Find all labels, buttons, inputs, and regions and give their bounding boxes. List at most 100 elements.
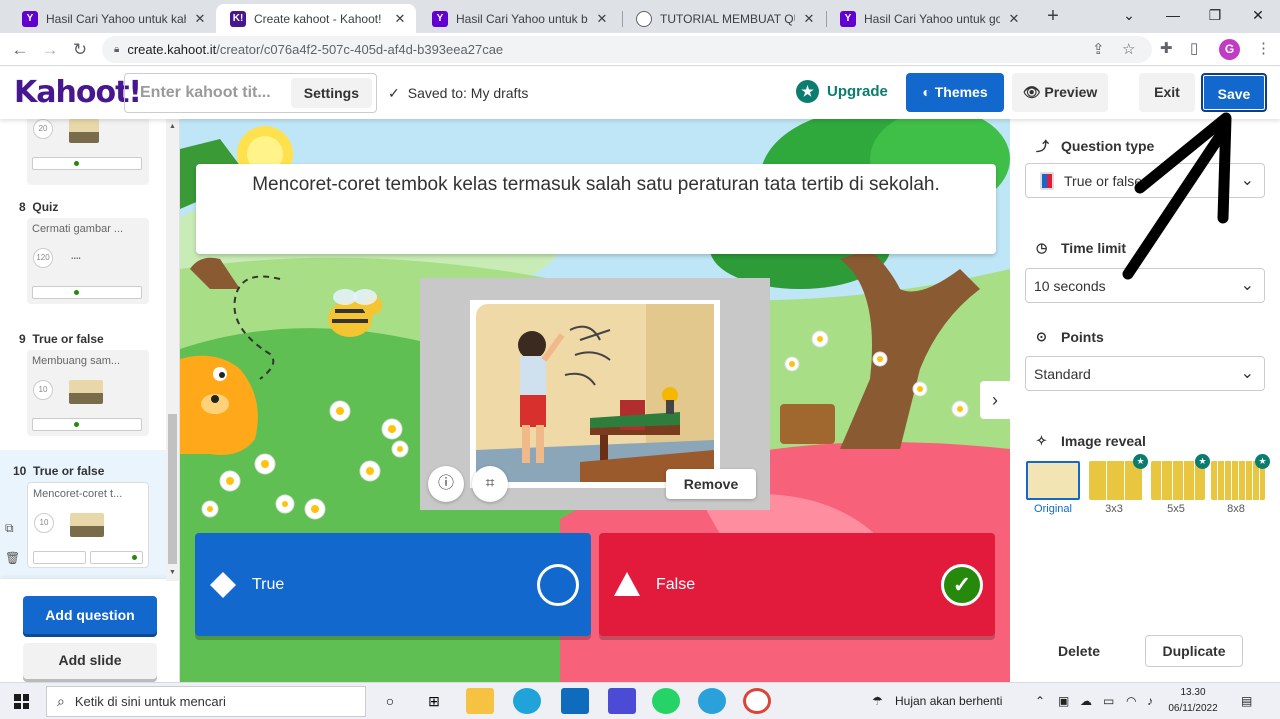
correct-dot xyxy=(74,161,79,166)
close-icon[interactable]: ✕ xyxy=(594,11,610,27)
duplicate-question-button[interactable]: Duplicate xyxy=(1145,635,1243,667)
meet-icon[interactable]: ▣ xyxy=(1058,694,1069,708)
chevron-down-icon: ⌄ xyxy=(1240,365,1254,382)
slide-item-8[interactable]: 8 Quiz Cermati gambar ... 120 ꞏꞏꞏꞏ xyxy=(0,195,165,315)
remove-image-button[interactable]: Remove xyxy=(666,469,756,499)
correct-toggle-false[interactable]: ✓ xyxy=(941,564,983,606)
chrome-icon[interactable] xyxy=(743,688,771,714)
reveal-option-5x5[interactable]: ★ xyxy=(1151,454,1210,500)
reveal-option-8x8[interactable]: ★ xyxy=(1211,454,1270,500)
answer-true[interactable]: True xyxy=(195,533,591,636)
bookmark-star-icon[interactable]: ☆ xyxy=(1122,40,1135,58)
wifi-icon[interactable]: ◠ xyxy=(1126,694,1136,708)
upgrade-button[interactable]: ★ Upgrade xyxy=(796,80,888,103)
slide-item-7[interactable]: 20 xyxy=(0,119,165,185)
question-image[interactable] xyxy=(470,300,720,488)
save-button[interactable]: Save xyxy=(1201,73,1267,112)
question-text-box[interactable]: Mencoret-coret tembok kelas termasuk sal… xyxy=(196,164,996,254)
file-explorer-icon[interactable] xyxy=(466,688,494,714)
slide-type: True or false xyxy=(33,464,105,478)
scroll-up-icon[interactable]: ▲ xyxy=(169,123,176,130)
question-type-select[interactable]: True or false ⌄ xyxy=(1025,163,1265,198)
close-window-icon[interactable]: ✕ xyxy=(1236,0,1280,33)
profile-avatar[interactable]: G xyxy=(1219,39,1240,60)
slide-thumbnail[interactable]: 20 xyxy=(27,119,149,185)
slide-thumbnail[interactable]: Membuang sam... 10 xyxy=(27,350,149,436)
taskbar-search[interactable]: ⌕ Ketik di sini untuk mencari xyxy=(46,686,366,717)
scroll-down-icon[interactable]: ▼ xyxy=(169,569,176,576)
share-icon[interactable]: ⇪ xyxy=(1092,40,1105,58)
time-limit-select[interactable]: 10 seconds ⌄ xyxy=(1025,268,1265,303)
address-bar[interactable]: 🔒︎ create.kahoot.it/creator/c076a4f2-507… xyxy=(102,36,1152,63)
weather-icon: ☂ xyxy=(872,694,883,708)
kahoot-title-input[interactable] xyxy=(140,84,285,102)
scrollbar-thumb[interactable] xyxy=(168,414,177,564)
time-limit-value: 10 seconds xyxy=(1034,277,1106,294)
edge-browser-icon[interactable] xyxy=(513,688,541,714)
battery-icon[interactable]: ▭ xyxy=(1103,694,1114,708)
slide-thumbnail[interactable]: Mencoret-coret t... 10 xyxy=(27,482,149,568)
mail-icon[interactable] xyxy=(561,688,589,714)
weather-text[interactable]: Hujan akan berhenti xyxy=(895,694,1002,708)
extensions-icon[interactable]: ✚ xyxy=(1160,39,1173,57)
forward-icon[interactable]: → xyxy=(37,37,63,63)
store-app-icon[interactable] xyxy=(608,688,636,714)
menu-icon[interactable]: ⋮ xyxy=(1256,39,1271,57)
reveal-option-3x3[interactable]: ★ xyxy=(1089,454,1148,500)
delete-question-button[interactable]: Delete xyxy=(1058,643,1100,659)
close-icon[interactable]: ✕ xyxy=(392,11,408,27)
slide-item-10[interactable]: 10 True or false Mencoret-coret t... 10 … xyxy=(0,450,166,579)
side-panel-icon[interactable]: ▯ xyxy=(1190,39,1198,57)
back-icon[interactable]: ← xyxy=(7,37,33,63)
windows-start-icon[interactable] xyxy=(14,694,29,709)
crop-icon[interactable]: ⌗ xyxy=(472,466,508,502)
browser-tab-1[interactable]: Y Hasil Cari Yahoo untuk kahoot ✕ xyxy=(8,4,216,33)
new-tab-button[interactable]: + xyxy=(1040,4,1066,30)
whatsapp-icon[interactable] xyxy=(652,688,680,714)
browser-tab-4[interactable]: TUTORIAL MEMBUAT QUIS O ✕ xyxy=(622,4,825,33)
slide-thumbnail[interactable]: Cermati gambar ... 120 ꞏꞏꞏꞏ xyxy=(27,218,149,304)
volume-icon[interactable]: ♪ xyxy=(1147,694,1153,708)
reload-icon[interactable]: ↻ xyxy=(67,37,93,63)
themes-button[interactable]: ◐ Themes xyxy=(906,73,1004,112)
exit-button[interactable]: Exit xyxy=(1139,73,1195,112)
cloud-icon[interactable]: ☁ xyxy=(1080,694,1092,708)
widgets-icon[interactable]: ⊞ xyxy=(420,688,448,714)
add-slide-button[interactable]: Add slide xyxy=(23,643,157,679)
close-icon[interactable]: ✕ xyxy=(192,11,208,27)
slide-number: 9 xyxy=(19,332,26,346)
notification-icon[interactable]: ▤ xyxy=(1241,694,1252,708)
tab-search-icon[interactable]: ⌄ xyxy=(1107,0,1151,33)
kahoot-logo[interactable]: Kahoot! xyxy=(14,75,142,110)
close-icon[interactable]: ✕ xyxy=(801,11,817,27)
reveal-option-original[interactable] xyxy=(1026,461,1080,500)
slide-time-limit: 10 xyxy=(34,513,54,533)
minimize-icon[interactable]: — xyxy=(1151,0,1195,33)
close-icon[interactable]: ✕ xyxy=(1006,11,1022,27)
restore-icon[interactable]: ❐ xyxy=(1193,0,1237,33)
browser-tab-5[interactable]: Y Hasil Cari Yahoo untuk goog ✕ xyxy=(826,4,1030,33)
add-question-button[interactable]: Add question xyxy=(23,596,157,634)
delete-slide-icon[interactable]: 🗑︎ xyxy=(5,551,20,565)
duplicate-slide-icon[interactable]: ⧉ xyxy=(5,521,14,536)
info-icon[interactable]: ⓘ xyxy=(428,466,464,502)
settings-button[interactable]: Settings xyxy=(290,78,372,108)
slide-item-9[interactable]: 9 True or false Membuang sam... 10 xyxy=(0,327,165,447)
browser-tab-3[interactable]: Y Hasil Cari Yahoo untuk blog d ✕ xyxy=(418,4,618,33)
tab-title: Hasil Cari Yahoo untuk goog xyxy=(864,11,1000,26)
slide-list-scrollbar[interactable]: ▲ ▼ xyxy=(166,119,179,581)
title-box[interactable]: Settings xyxy=(124,73,377,113)
points-select[interactable]: Standard ⌄ xyxy=(1025,356,1265,391)
palette-icon: ◐ xyxy=(922,84,935,100)
correct-toggle-true[interactable] xyxy=(537,564,579,606)
answer-false[interactable]: False ✓ xyxy=(599,533,995,636)
chevron-right-icon[interactable]: › xyxy=(980,381,1010,419)
tab-title: Create kahoot - Kahoot! xyxy=(254,11,382,26)
correct-dot xyxy=(132,555,137,560)
show-hidden-icons[interactable]: ⌃ xyxy=(1035,694,1045,708)
taskbar-clock[interactable]: 13.30 06/11/2022 xyxy=(1168,685,1218,717)
telegram-icon[interactable] xyxy=(698,688,726,714)
browser-tab-2[interactable]: K! Create kahoot - Kahoot! ✕ xyxy=(216,4,416,33)
preview-button[interactable]: 👁︎ Preview xyxy=(1012,73,1108,112)
task-view-icon[interactable]: ○ xyxy=(376,688,404,714)
